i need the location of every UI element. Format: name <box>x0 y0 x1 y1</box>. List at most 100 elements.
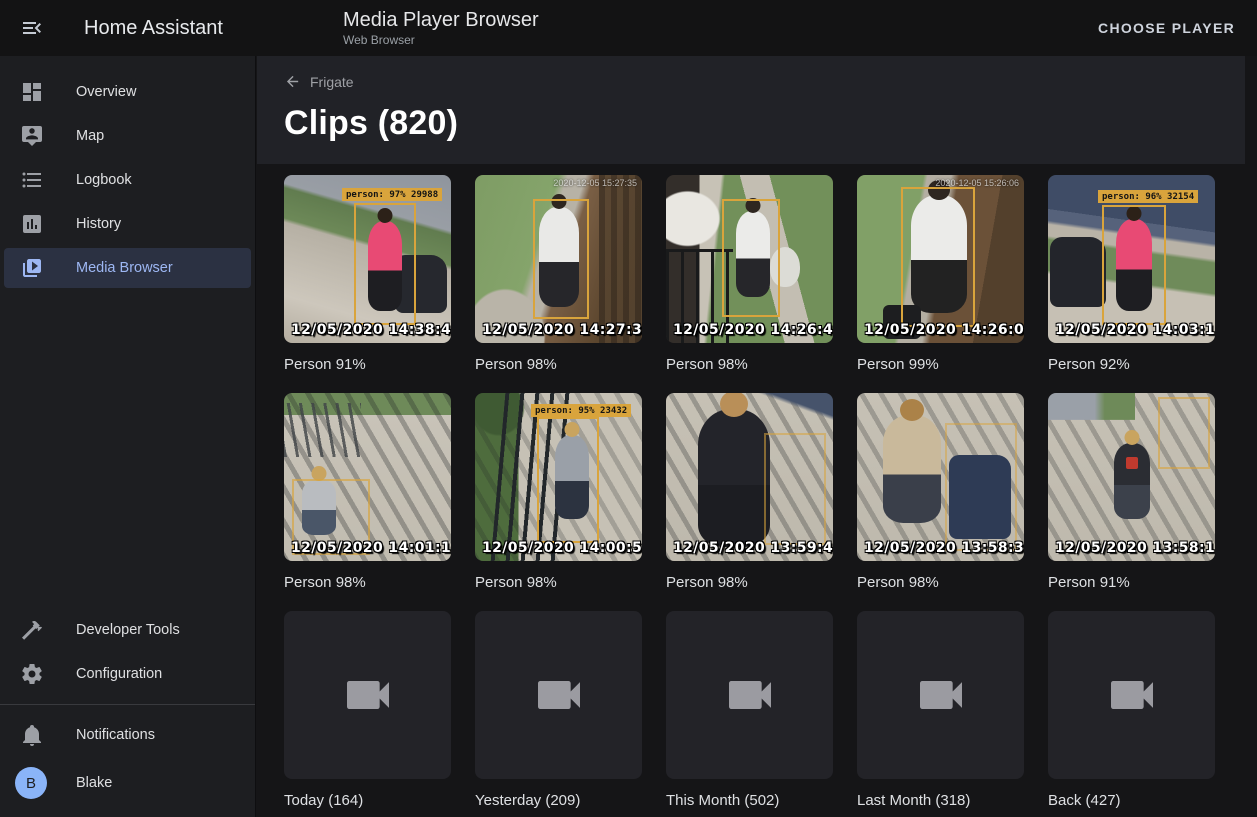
home-assistant-app: Home Assistant Media Player Browser Web … <box>0 0 1257 817</box>
sidebar-item-notifications[interactable]: Notifications <box>4 715 251 755</box>
person-figure <box>883 415 941 523</box>
sidebar-item-overview[interactable]: Overview <box>4 72 251 112</box>
folder-card-this-month[interactable]: This Month (502) <box>666 611 833 809</box>
clip-caption: Person 91% <box>284 356 451 373</box>
video-icon <box>340 667 396 723</box>
detection-bounding-box <box>945 423 1017 551</box>
clip-thumbnail[interactable]: 2020-12-05 15:27:35 12/05/2020 14:27:35 <box>475 175 642 343</box>
sidebar-item-label: Logbook <box>76 172 132 188</box>
clip-card[interactable]: 2020-12-05 15:27:35 12/05/2020 14:27:35 … <box>475 175 642 373</box>
detection-bounding-box <box>1158 397 1210 469</box>
play-box-multiple-icon <box>20 256 44 280</box>
clip-card[interactable]: 12/05/2020 14:26:46 Person 98% <box>666 175 833 373</box>
folder-thumbnail[interactable] <box>284 611 451 779</box>
video-icon <box>722 667 778 723</box>
topbar-left-section: Home Assistant <box>0 16 256 40</box>
clip-thumbnail[interactable]: 12/05/2020 13:58:30 <box>857 393 1024 561</box>
arrow-left-icon <box>284 73 301 90</box>
clip-card[interactable]: person: 97% 29988 12/05/2020 14:38:47 Pe… <box>284 175 451 373</box>
hammer-icon <box>20 618 44 642</box>
detection-bounding-box <box>722 199 780 317</box>
breadcrumb-label: Frigate <box>310 74 354 90</box>
clip-card[interactable]: person: 95% 23432 12/05/2020 14:00:52 Pe… <box>475 393 642 591</box>
detection-bounding-box <box>354 203 416 325</box>
clip-thumbnail[interactable]: 2020-12-05 15:26:06 12/05/2020 14:26:07 <box>857 175 1024 343</box>
timestamp-overlay: 12/05/2020 14:26:46 <box>673 322 833 338</box>
sidebar-item-label: Developer Tools <box>76 622 180 638</box>
timestamp-overlay: 12/05/2020 14:01:14 <box>291 540 451 556</box>
timestamp-overlay: 12/05/2020 13:58:17 <box>1055 540 1215 556</box>
detection-bounding-box <box>1102 205 1166 325</box>
sidebar-item-label: Map <box>76 128 104 144</box>
clip-caption: Person 92% <box>1048 356 1215 373</box>
sidebar-item-history[interactable]: History <box>4 204 251 244</box>
clip-card[interactable]: 12/05/2020 14:01:14 Person 98% <box>284 393 451 591</box>
sidebar-item-developer-tools[interactable]: Developer Tools <box>4 610 251 650</box>
clip-caption: Person 98% <box>284 574 451 591</box>
breadcrumb-back[interactable]: Frigate <box>284 73 354 90</box>
clip-thumbnail[interactable]: 12/05/2020 13:59:49 <box>666 393 833 561</box>
clip-caption: Person 91% <box>1048 574 1215 591</box>
clip-card[interactable]: person: 96% 32154 12/05/2020 14:03:17 Pe… <box>1048 175 1215 373</box>
sidebar-item-label: Overview <box>76 84 136 100</box>
clip-card[interactable]: 2020-12-05 15:26:06 12/05/2020 14:26:07 … <box>857 175 1024 373</box>
clip-thumbnail[interactable]: 12/05/2020 14:26:46 <box>666 175 833 343</box>
view-dashboard-icon <box>20 80 44 104</box>
timestamp-overlay: 12/05/2020 13:59:49 <box>673 540 833 556</box>
folder-card-yesterday[interactable]: Yesterday (209) <box>475 611 642 809</box>
sidebar-item-configuration[interactable]: Configuration <box>4 654 251 694</box>
sidebar-item-label: Configuration <box>76 666 162 682</box>
folder-card-last-month[interactable]: Last Month (318) <box>857 611 1024 809</box>
clip-caption: Person 98% <box>666 356 833 373</box>
sidebar-item-map[interactable]: Map <box>4 116 251 156</box>
sidebar-bottom-section: Developer Tools Configuration Notificati… <box>0 606 255 817</box>
clip-thumbnail[interactable]: person: 97% 29988 12/05/2020 14:38:47 <box>284 175 451 343</box>
clip-card[interactable]: 12/05/2020 13:58:30 Person 98% <box>857 393 1024 591</box>
clip-thumbnail[interactable]: 12/05/2020 13:58:17 <box>1048 393 1215 561</box>
sidebar-item-profile[interactable]: B Blake <box>4 759 251 807</box>
folder-thumbnail[interactable] <box>475 611 642 779</box>
media-browser-content: Frigate Clips (820) person: 97% 29988 12… <box>257 56 1257 817</box>
clip-thumbnail[interactable]: person: 96% 32154 12/05/2020 14:03:17 <box>1048 175 1215 343</box>
clip-thumbnail[interactable]: 12/05/2020 14:01:14 <box>284 393 451 561</box>
clip-card[interactable]: 12/05/2020 13:58:17 Person 91% <box>1048 393 1215 591</box>
clip-caption: Person 98% <box>475 574 642 591</box>
sidebar-item-label: Media Browser <box>76 260 173 276</box>
sidebar-divider <box>0 704 255 705</box>
detection-label: person: 95% 23432 <box>531 404 631 417</box>
detection-label: person: 96% 32154 <box>1098 190 1198 203</box>
top-app-bar: Home Assistant Media Player Browser Web … <box>0 0 1257 56</box>
app-title: Home Assistant <box>84 17 223 40</box>
video-icon <box>913 667 969 723</box>
detection-bounding-box <box>764 433 826 545</box>
clip-card[interactable]: 12/05/2020 13:59:49 Person 98% <box>666 393 833 591</box>
clip-caption: Person 98% <box>475 356 642 373</box>
content-header: Frigate Clips (820) <box>257 56 1245 164</box>
choose-player-button[interactable]: CHOOSE PLAYER <box>1090 12 1243 44</box>
clip-thumbnail[interactable]: person: 95% 23432 12/05/2020 14:00:52 <box>475 393 642 561</box>
tooltip-account-icon <box>20 124 44 148</box>
camera-osd-text: 2020-12-05 15:26:06 <box>935 178 1019 188</box>
timestamp-overlay: 12/05/2020 14:26:07 <box>864 322 1024 338</box>
sidebar-item-media-browser[interactable]: Media Browser <box>4 248 251 288</box>
person-figure <box>698 409 770 547</box>
timestamp-overlay: 12/05/2020 14:27:35 <box>482 322 642 338</box>
folder-thumbnail[interactable] <box>1048 611 1215 779</box>
folder-card-today[interactable]: Today (164) <box>284 611 451 809</box>
red-graphic-shape <box>1126 457 1138 469</box>
bell-icon <box>20 723 44 747</box>
folder-thumbnail[interactable] <box>857 611 1024 779</box>
folder-thumbnail[interactable] <box>666 611 833 779</box>
menu-open-icon[interactable] <box>20 16 44 40</box>
page-title: Clips (820) <box>284 104 1245 143</box>
detection-label: person: 97% 29988 <box>342 188 442 201</box>
timestamp-overlay: 12/05/2020 13:58:30 <box>864 540 1024 556</box>
sidebar-item-logbook[interactable]: Logbook <box>4 160 251 200</box>
timestamp-overlay: 12/05/2020 14:03:17 <box>1055 322 1215 338</box>
chart-box-icon <box>20 212 44 236</box>
detection-bounding-box <box>537 417 599 543</box>
clip-caption: Person 98% <box>666 574 833 591</box>
page-title-block: Media Player Browser Web Browser <box>343 8 539 48</box>
video-icon <box>531 667 587 723</box>
folder-card-back[interactable]: Back (427) <box>1048 611 1215 809</box>
